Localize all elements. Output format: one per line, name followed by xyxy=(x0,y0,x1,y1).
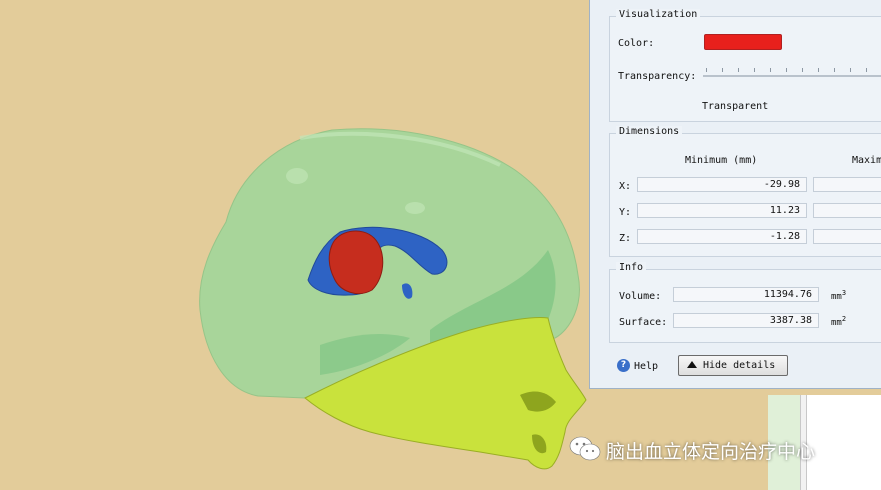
volume-unit-exponent: 3 xyxy=(841,289,847,297)
volume-unit-text: mm xyxy=(831,292,842,302)
dimension-x-min-field[interactable]: -29.98 xyxy=(637,177,807,192)
slider-track[interactable] xyxy=(703,75,881,77)
color-label: Color: xyxy=(618,38,655,49)
color-swatch[interactable] xyxy=(704,34,782,50)
dimension-axis-label: X: xyxy=(619,181,632,192)
slider-tick xyxy=(786,68,787,72)
help-link[interactable]: Help xyxy=(634,361,658,372)
slider-tick xyxy=(850,68,851,72)
hide-details-label: Hide details xyxy=(703,360,776,371)
skull-bump xyxy=(405,202,425,214)
help-icon[interactable]: ? xyxy=(617,359,630,372)
dimension-x-max-field[interactable] xyxy=(813,177,881,192)
background-strip xyxy=(806,395,881,490)
dimension-axis-label: Z: xyxy=(619,233,632,244)
dimension-z-min-field[interactable]: -1.28 xyxy=(637,229,807,244)
dimension-axis-label: Y: xyxy=(619,207,632,218)
surface-field[interactable]: 3387.38 xyxy=(673,313,819,328)
visualization-legend: Visualization xyxy=(616,9,701,20)
slider-tick xyxy=(738,68,739,72)
hematoma-model xyxy=(328,230,384,294)
transparency-value-text: Transparent xyxy=(702,101,769,112)
slider-tick xyxy=(834,68,835,72)
slider-tick xyxy=(754,68,755,72)
surface-unit-text: mm xyxy=(831,318,842,328)
details-panel: Visualization Color: Transparency: Trans… xyxy=(589,0,881,389)
dimension-z-max-field[interactable] xyxy=(813,229,881,244)
volume-field[interactable]: 11394.76 xyxy=(673,287,819,302)
slider-tick xyxy=(722,68,723,72)
dimensions-col-max-header: Maxim xyxy=(852,155,881,166)
transparency-label: Transparency: xyxy=(618,71,697,82)
slider-tick xyxy=(802,68,803,72)
triangle-up-icon xyxy=(687,361,697,368)
dimension-y-max-field[interactable] xyxy=(813,203,881,218)
dimensions-legend: Dimensions xyxy=(616,126,683,137)
surface-unit-exponent: 2 xyxy=(841,315,847,323)
hide-details-button[interactable]: Hide details xyxy=(678,355,788,376)
surface-unit: mm2 xyxy=(831,315,846,328)
slider-tick xyxy=(866,68,867,72)
slider-tick xyxy=(706,68,707,72)
surface-label: Surface: xyxy=(619,317,668,328)
slider-tick xyxy=(818,68,819,72)
volume-label: Volume: xyxy=(619,291,662,302)
wechat-icon xyxy=(569,436,601,461)
dimension-y-min-field[interactable]: 11.23 xyxy=(637,203,807,218)
volume-unit: mm3 xyxy=(831,289,846,302)
info-legend: Info xyxy=(616,262,647,273)
info-group: Info xyxy=(609,262,881,343)
watermark-text: 脑出血立体定向治疗中心 xyxy=(606,441,816,463)
dimensions-col-min-header: Minimum (mm) xyxy=(685,155,758,166)
skull-bump xyxy=(286,168,308,184)
slider-tick xyxy=(770,68,771,72)
